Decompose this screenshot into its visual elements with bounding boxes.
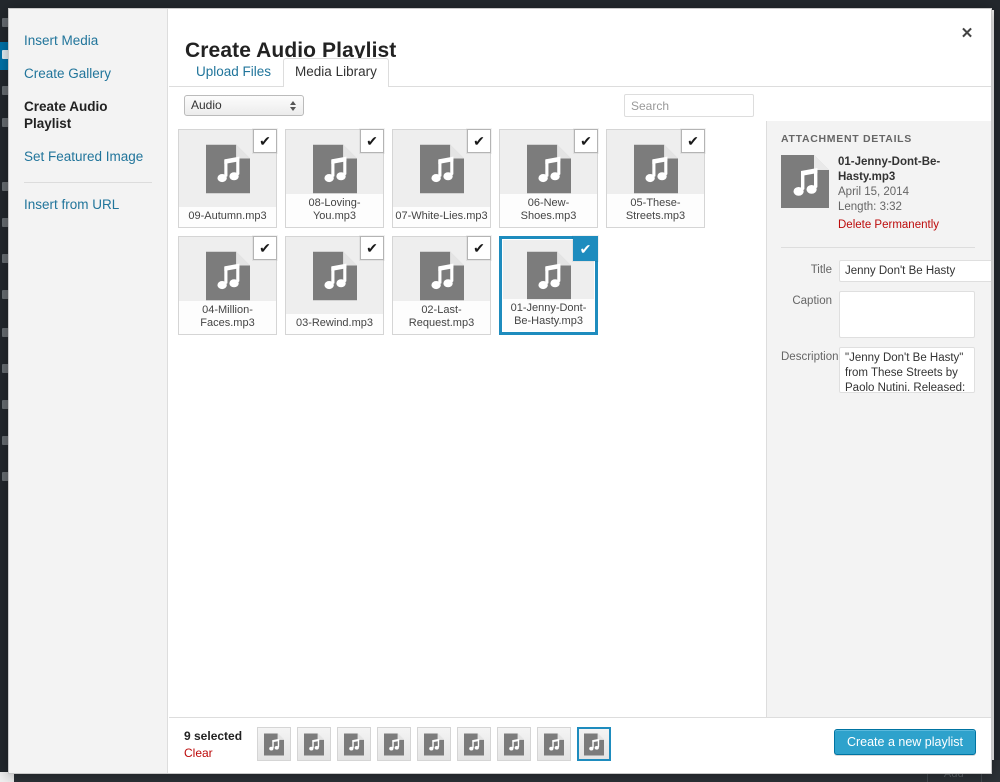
selection-strip-item[interactable]: [537, 727, 571, 761]
attachment-details-panel: ATTACHMENT DETAILS: [767, 121, 991, 717]
attachments-grid: 09-Autumn.mp3 ✔ 08-Loving-You.mp3 ✔ 07-Whi…: [178, 129, 766, 343]
attachment-check-icon[interactable]: ✔: [360, 129, 384, 153]
menu-item-insert-media[interactable]: Insert Media: [9, 25, 167, 58]
attachment-check-icon[interactable]: ✔: [574, 129, 598, 153]
tab-media-library[interactable]: Media Library: [283, 58, 389, 87]
admin-right-edge: [994, 10, 1000, 772]
selection-strip-item[interactable]: [297, 727, 331, 761]
attachment-check-icon[interactable]: ✔: [467, 236, 491, 260]
tab-upload-files[interactable]: Upload Files: [184, 58, 283, 87]
attachment-check-icon[interactable]: ✔: [253, 129, 277, 153]
title-field[interactable]: [839, 260, 991, 282]
attachment-item[interactable]: 03-Rewind.mp3 ✔: [285, 236, 384, 335]
attachment-filter-select[interactable]: Audio: [184, 95, 304, 116]
attachment-filename-label: 09-Autumn.mp3: [179, 207, 276, 227]
router-tabs: Upload Files Media Library: [184, 59, 389, 87]
attachment-filename-label: 02-Last-Request.mp3: [393, 301, 490, 334]
attachment-details-heading: ATTACHMENT DETAILS: [781, 133, 975, 145]
attachments-browser[interactable]: 09-Autumn.mp3 ✔ 08-Loving-You.mp3 ✔ 07-Whi…: [169, 121, 767, 717]
attachment-item[interactable]: 08-Loving-You.mp3 ✔: [285, 129, 384, 228]
updown-arrows-icon: [286, 98, 300, 113]
selection-strip-item[interactable]: [497, 727, 531, 761]
attachment-check-icon[interactable]: ✔: [467, 129, 491, 153]
title-field-row: Title: [781, 260, 975, 282]
selection-strip-item[interactable]: [417, 727, 451, 761]
menu-item-create-audio-playlist[interactable]: Create Audio Playlist: [9, 91, 167, 141]
attachment-filename-label: 04-Million-Faces.mp3: [179, 301, 276, 334]
clear-selection-link[interactable]: Clear: [184, 746, 213, 760]
selection-summary: 9 selected Clear: [184, 728, 254, 762]
caption-field-row: Caption: [781, 291, 975, 338]
attachment-filename-label: 03-Rewind.mp3: [286, 314, 383, 334]
attachment-filename-label: 07-White-Lies.mp3: [393, 207, 490, 227]
delete-permanently-link[interactable]: Delete Permanently: [838, 218, 939, 233]
attachment-check-icon[interactable]: ✔: [573, 236, 598, 261]
attachment-filename: 01-Jenny-Dont-Be-Hasty.mp3: [838, 155, 975, 185]
modal-content: Create Audio Playlist Upload Files Media…: [169, 9, 991, 773]
attachment-filter-value: Audio: [191, 98, 222, 112]
attachment-item[interactable]: 04-Million-Faces.mp3 ✔: [178, 236, 277, 335]
title-label: Title: [781, 260, 839, 282]
attachment-check-icon[interactable]: ✔: [253, 236, 277, 260]
selection-strip-item-selected[interactable]: [577, 727, 611, 761]
attachment-item[interactable]: 05-These-Streets.mp3 ✔: [606, 129, 705, 228]
attachment-check-icon[interactable]: ✔: [681, 129, 705, 153]
menu-item-create-gallery[interactable]: Create Gallery: [9, 58, 167, 91]
attachment-check-icon[interactable]: ✔: [360, 236, 384, 260]
modal-footer-toolbar: 9 selected Clear: [169, 717, 991, 773]
selected-count-label: 9 selected: [184, 728, 254, 744]
divider: [781, 247, 975, 248]
menu-separator: [24, 182, 152, 183]
description-label: Description: [781, 347, 839, 393]
attachment-filename-label: 01-Jenny-Dont-Be-Hasty.mp3: [502, 299, 595, 332]
attachment-item[interactable]: 02-Last-Request.mp3 ✔: [392, 236, 491, 335]
attachment-length: Length: 3:32: [838, 200, 975, 215]
attachment-filename-label: 05-These-Streets.mp3: [607, 194, 704, 227]
media-menu: Insert Media Create Gallery Create Audio…: [9, 9, 168, 773]
create-new-playlist-button[interactable]: Create a new playlist: [834, 729, 976, 755]
attachment-item[interactable]: 07-White-Lies.mp3 ✔: [392, 129, 491, 228]
caption-field[interactable]: [839, 291, 975, 338]
attachment-filename-label: 08-Loving-You.mp3: [286, 194, 383, 227]
description-field[interactable]: "Jenny Don't Be Hasty" from These Street…: [839, 347, 975, 393]
media-modal: ✕ Insert Media Create Gallery Create Aud…: [8, 8, 992, 774]
attachment-item-selected[interactable]: 01-Jenny-Dont-Be-Hasty.mp3 ✔: [499, 236, 598, 335]
attachment-date: April 15, 2014: [838, 185, 975, 200]
menu-item-set-featured-image[interactable]: Set Featured Image: [9, 141, 167, 174]
selection-strip-item[interactable]: [457, 727, 491, 761]
attachment-item[interactable]: 09-Autumn.mp3 ✔: [178, 129, 277, 228]
caption-label: Caption: [781, 291, 839, 338]
selection-strip-item[interactable]: [257, 727, 291, 761]
attachment-filename-label: 06-New-Shoes.mp3: [500, 194, 597, 227]
description-field-row: Description "Jenny Don't Be Hasty" from …: [781, 347, 975, 393]
selection-thumbnail-strip: [257, 727, 611, 761]
selection-strip-item[interactable]: [377, 727, 411, 761]
search-input[interactable]: [624, 94, 754, 117]
audio-file-icon: [781, 155, 829, 233]
menu-item-insert-from-url[interactable]: Insert from URL: [9, 189, 167, 222]
attachment-item[interactable]: 06-New-Shoes.mp3 ✔: [499, 129, 598, 228]
media-toolbar: Audio: [169, 87, 991, 121]
selection-strip-item[interactable]: [337, 727, 371, 761]
